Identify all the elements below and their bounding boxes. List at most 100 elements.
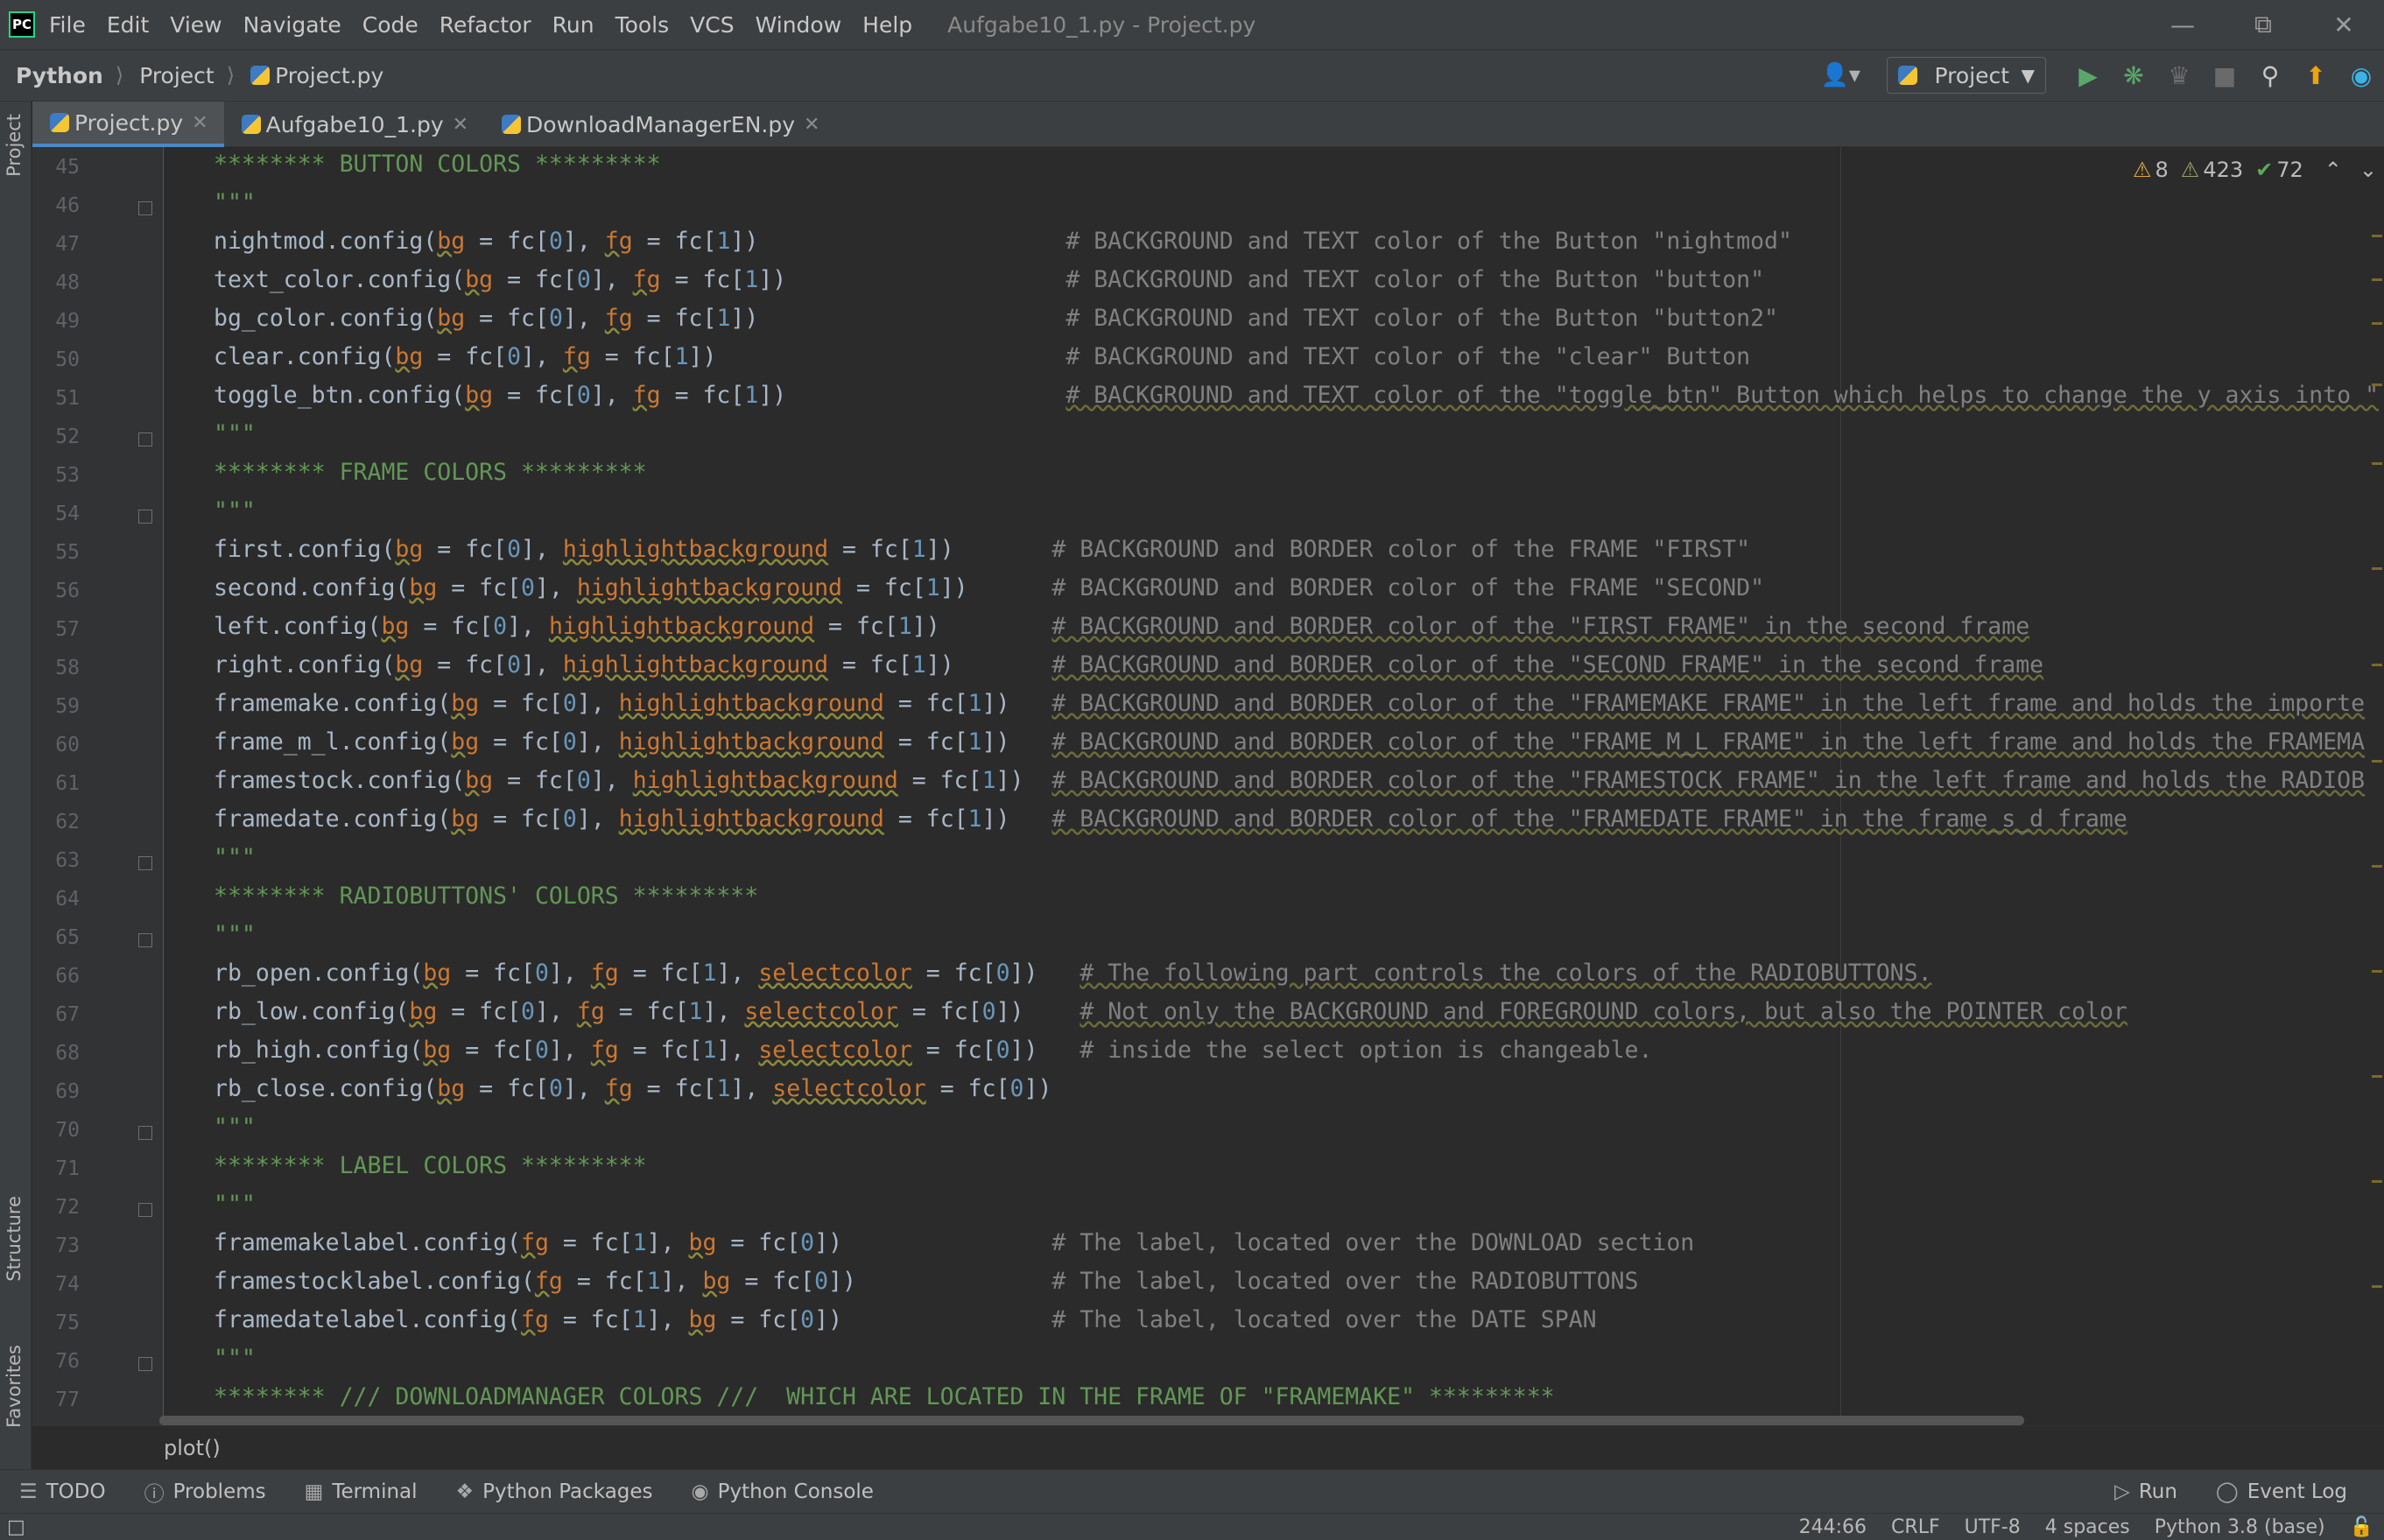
user-icon[interactable]: 👤▾ bbox=[1821, 62, 1860, 88]
fold-marker-icon[interactable] bbox=[138, 856, 152, 870]
error-stripe[interactable] bbox=[2372, 200, 2384, 1390]
problems-button[interactable]: ⓘ Problems bbox=[144, 1477, 266, 1507]
structure-tool-tab[interactable]: Structure bbox=[4, 1196, 25, 1282]
close-icon[interactable]: ✕ bbox=[804, 114, 819, 136]
stripe-mark[interactable] bbox=[2372, 1075, 2382, 1078]
code-line[interactable]: """ bbox=[214, 1345, 256, 1372]
code-line[interactable]: """ bbox=[214, 921, 256, 948]
fold-marker-icon[interactable] bbox=[138, 510, 152, 524]
stop-icon[interactable]: ■ bbox=[2202, 61, 2247, 90]
code-line[interactable]: nightmod.config(bg = fc[0], fg = fc[1]) … bbox=[214, 228, 1792, 255]
code-line[interactable]: clear.config(bg = fc[0], fg = fc[1]) # B… bbox=[214, 343, 1750, 370]
close-icon[interactable]: ✕ bbox=[453, 114, 468, 136]
update-icon[interactable]: ⬆ bbox=[2293, 61, 2338, 90]
code-line[interactable]: toggle_btn.config(bg = fc[0], fg = fc[1]… bbox=[214, 382, 2379, 409]
code-line[interactable]: framestock.config(bg = fc[0], highlightb… bbox=[214, 767, 2365, 794]
fold-marker-icon[interactable] bbox=[138, 1126, 152, 1140]
code-line[interactable]: """ bbox=[214, 420, 256, 447]
menu-view[interactable]: View bbox=[170, 12, 222, 38]
tab-downloadmanageren-py[interactable]: DownloadManagerEN.py ✕ bbox=[484, 102, 835, 147]
code-line[interactable]: """ bbox=[214, 1191, 256, 1218]
menu-vcs[interactable]: VCS bbox=[690, 12, 734, 38]
code-line[interactable]: ******** BUTTON COLORS ********* bbox=[214, 151, 661, 178]
code-line[interactable]: framestocklabel.config(fg = fc[1], bg = … bbox=[214, 1268, 1638, 1295]
todo-button[interactable]: ☰ TODO bbox=[19, 1480, 106, 1503]
fold-marker-icon[interactable] bbox=[138, 933, 152, 947]
minimize-icon[interactable]: — bbox=[2142, 0, 2223, 49]
line-separator[interactable]: CRLF bbox=[1891, 1516, 1940, 1538]
run-configuration-select[interactable]: Project ▼ bbox=[1887, 57, 2046, 94]
python-console-button[interactable]: ◉ Python Console bbox=[692, 1480, 874, 1503]
code-line[interactable]: """ bbox=[214, 844, 256, 871]
code-line[interactable]: left.config(bg = fc[0], highlightbackgro… bbox=[214, 613, 2029, 640]
menu-refactor[interactable]: Refactor bbox=[440, 12, 531, 38]
coverage-icon[interactable]: ♛ bbox=[2156, 61, 2202, 90]
stripe-mark[interactable] bbox=[2372, 970, 2382, 973]
stripe-mark[interactable] bbox=[2372, 278, 2382, 281]
horizontal-scrollbar[interactable] bbox=[159, 1416, 2024, 1425]
file-encoding[interactable]: UTF-8 bbox=[1965, 1516, 2021, 1538]
code-line[interactable]: ******** /// DOWNLOADMANAGER COLORS /// … bbox=[214, 1383, 1555, 1410]
stripe-mark[interactable] bbox=[2372, 462, 2382, 465]
tool-windows-toggle-icon[interactable]: □ bbox=[7, 1516, 25, 1538]
close-icon[interactable]: ✕ bbox=[2303, 0, 2384, 49]
code-line[interactable]: """ bbox=[214, 1114, 256, 1141]
fold-marker-icon[interactable] bbox=[138, 432, 152, 447]
caret-position[interactable]: 244:66 bbox=[1799, 1516, 1867, 1538]
fold-marker-icon[interactable] bbox=[138, 201, 152, 215]
lock-icon[interactable]: 🔓 bbox=[2350, 1516, 2373, 1538]
code-line[interactable]: framemakelabel.config(fg = fc[1], bg = f… bbox=[214, 1229, 1694, 1256]
run-tool-button[interactable]: ▷ Run bbox=[2114, 1480, 2177, 1503]
chevron-up-icon[interactable]: ⌃ bbox=[2324, 158, 2342, 182]
stripe-mark[interactable] bbox=[2372, 235, 2382, 237]
code-line[interactable]: right.config(bg = fc[0], highlightbackgr… bbox=[214, 651, 2043, 679]
breadcrumb-project[interactable]: Project bbox=[139, 63, 214, 88]
code-line[interactable]: rb_open.config(bg = fc[0], fg = fc[1], s… bbox=[214, 960, 1932, 987]
debug-icon[interactable]: ❋ bbox=[2111, 61, 2156, 90]
breadcrumb-file[interactable]: Project.py bbox=[250, 63, 383, 88]
fold-marker-icon[interactable] bbox=[138, 1203, 152, 1217]
favorites-tool-tab[interactable]: Favorites bbox=[4, 1345, 25, 1428]
chevron-down-icon[interactable]: ⌄ bbox=[2359, 158, 2377, 182]
terminal-button[interactable]: ▦ Terminal bbox=[305, 1480, 418, 1503]
python-packages-button[interactable]: ❖ Python Packages bbox=[456, 1480, 653, 1503]
breadcrumb-python[interactable]: Python bbox=[16, 63, 103, 88]
inspection-widget[interactable]: ⚠ 8 ⚠ 423 ✔ 72 ⌃ ⌄ bbox=[2120, 158, 2377, 182]
menu-window[interactable]: Window bbox=[756, 12, 842, 38]
stripe-mark[interactable] bbox=[2372, 760, 2382, 763]
stripe-mark[interactable] bbox=[2372, 865, 2382, 868]
code-line[interactable]: ******** LABEL COLORS ********* bbox=[214, 1152, 647, 1179]
code-line[interactable]: rb_high.config(bg = fc[0], fg = fc[1], s… bbox=[214, 1037, 1652, 1064]
stripe-mark[interactable] bbox=[2372, 1180, 2382, 1183]
close-icon[interactable]: ✕ bbox=[192, 112, 207, 134]
code-line[interactable]: rb_close.config(bg = fc[0], fg = fc[1], … bbox=[214, 1075, 1051, 1102]
stripe-mark[interactable] bbox=[2372, 383, 2382, 386]
code-line[interactable]: rb_low.config(bg = fc[0], fg = fc[1], se… bbox=[214, 998, 2127, 1025]
stripe-mark[interactable] bbox=[2372, 1285, 2382, 1288]
stripe-mark[interactable] bbox=[2372, 322, 2382, 325]
function-breadcrumb[interactable]: plot() bbox=[164, 1436, 221, 1460]
fold-marker-icon[interactable] bbox=[138, 1357, 152, 1371]
code-editor[interactable]: 45 46 47 48 49 50 51 52 53 54 55 56 57 58 59 60 61 62 63 64… bbox=[32, 147, 2384, 1425]
menu-edit[interactable]: Edit bbox=[107, 12, 149, 38]
code-line[interactable]: ******** FRAME COLORS ********* bbox=[214, 459, 647, 486]
menu-file[interactable]: File bbox=[49, 12, 86, 38]
run-icon[interactable]: ▶ bbox=[2065, 61, 2111, 90]
code-line[interactable]: first.config(bg = fc[0], highlightbackgr… bbox=[214, 536, 1750, 563]
menu-help[interactable]: Help bbox=[862, 12, 912, 38]
code-line[interactable]: text_color.config(bg = fc[0], fg = fc[1]… bbox=[214, 266, 1764, 293]
search-icon[interactable]: ⚲ bbox=[2247, 61, 2293, 90]
code-line[interactable]: framemake.config(bg = fc[0], highlightba… bbox=[214, 690, 2365, 717]
code-line[interactable]: bg_color.config(bg = fc[0], fg = fc[1]) … bbox=[214, 305, 1778, 332]
menu-run[interactable]: Run bbox=[552, 12, 594, 38]
code-line[interactable]: """ bbox=[214, 497, 256, 524]
code-line[interactable]: framedatelabel.config(fg = fc[1], bg = f… bbox=[214, 1306, 1597, 1333]
menu-code[interactable]: Code bbox=[362, 12, 418, 38]
tab-aufgabe10-1-py[interactable]: Aufgabe10_1.py ✕ bbox=[224, 102, 484, 147]
indent-setting[interactable]: 4 spaces bbox=[2045, 1516, 2130, 1538]
menu-tools[interactable]: Tools bbox=[615, 12, 670, 38]
interpreter-selector[interactable]: Python 3.8 (base) bbox=[2155, 1516, 2325, 1538]
tab-project-py[interactable]: Project.py ✕ bbox=[32, 102, 224, 147]
toolbox-icon[interactable]: ◉ bbox=[2338, 61, 2384, 90]
code-line[interactable]: framedate.config(bg = fc[0], highlightba… bbox=[214, 805, 2127, 833]
